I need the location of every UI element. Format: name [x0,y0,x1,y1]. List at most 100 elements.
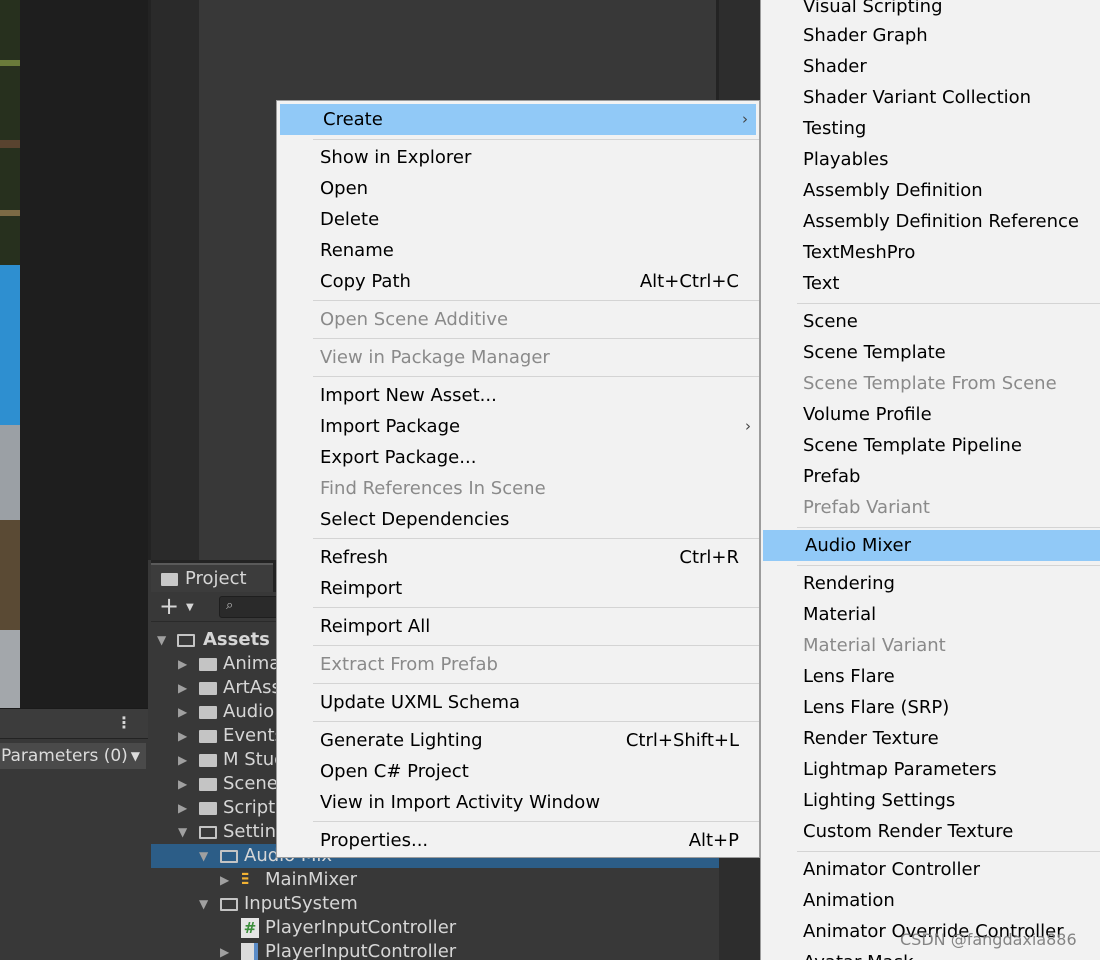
submenu-item-assembly-definition[interactable]: Assembly Definition [761,175,1100,206]
hierarchy-panel [151,0,199,560]
menu-item-reimport-all[interactable]: Reimport All [277,611,759,642]
menu-item-label: Refresh [320,547,388,568]
submenu-item-playables[interactable]: Playables [761,144,1100,175]
expand-arrow-closed-icon[interactable]: ▶ [178,772,187,796]
menu-item-label: Material Variant [803,635,946,656]
tree-item-label: InputSystem [244,893,358,914]
menu-item-label: Shader [803,56,867,77]
menu-item-rename[interactable]: Rename [277,235,759,266]
submenu-item-scene-template-from-scene: Scene Template From Scene [761,368,1100,399]
submenu-item-custom-render-texture[interactable]: Custom Render Texture [761,816,1100,847]
menu-item-copy-path[interactable]: Copy Path Alt+Ctrl+C [277,266,759,297]
submenu-item-render-texture[interactable]: Render Texture [761,723,1100,754]
tree-item-mainmixer[interactable]: ▶ ⫶⫶⫶ MainMixer [151,868,719,892]
menu-item-view-in-package-manager: View in Package Manager [277,342,759,373]
menu-item-label: Rendering [803,573,895,594]
menu-item-label: Testing [803,118,867,139]
audio-mixer-icon: ⫶⫶⫶ [241,870,249,889]
tree-item-inputsystem[interactable]: ▼ InputSystem [151,892,719,916]
menu-item-label: Lens Flare (SRP) [803,697,950,718]
submenu-item-prefab-variant: Prefab Variant [761,492,1100,523]
expand-arrow-closed-icon[interactable]: ▶ [220,940,229,960]
chevron-right-icon: › [745,417,751,435]
menu-item-label: Open Scene Additive [320,309,509,330]
menu-item-label: Update UXML Schema [320,692,521,713]
submenu-item-prefab[interactable]: Prefab [761,461,1100,492]
menu-item-open-c-project[interactable]: Open C# Project [277,756,759,787]
expand-arrow-closed-icon[interactable]: ▶ [178,724,187,748]
menu-item-properties[interactable]: Properties... Alt+P [277,825,759,856]
submenu-item-scene[interactable]: Scene [761,306,1100,337]
menu-item-update-uxml-schema[interactable]: Update UXML Schema [277,687,759,718]
menu-item-create[interactable]: Create › [280,104,756,135]
submenu-item-rendering[interactable]: Rendering [761,568,1100,599]
menu-item-delete[interactable]: Delete [277,204,759,235]
folder-icon [161,573,178,586]
submenu-item-volume-profile[interactable]: Volume Profile [761,399,1100,430]
submenu-item-testing[interactable]: Testing [761,113,1100,144]
expand-arrow-closed-icon[interactable]: ▶ [178,676,187,700]
menu-item-label: Delete [320,209,380,230]
menu-item-label: Extract From Prefab [320,654,498,675]
expand-arrow-closed-icon[interactable]: ▶ [178,652,187,676]
submenu-item-lens-flare[interactable]: Lens Flare [761,661,1100,692]
submenu-item-scene-template-pipeline[interactable]: Scene Template Pipeline [761,430,1100,461]
menu-item-shortcut: Alt+Ctrl+C [639,271,739,292]
menu-item-label: Lighting Settings [803,790,956,811]
menu-item-label: Lightmap Parameters [803,759,997,780]
submenu-item-animator-controller[interactable]: Animator Controller [761,854,1100,885]
tree-item-playerinputcontroller[interactable]: ▶ PlayerInputController [151,940,719,960]
menu-item-select-dependencies[interactable]: Select Dependencies [277,504,759,535]
submenu-item-scene-template[interactable]: Scene Template [761,337,1100,368]
expand-arrow-open-icon[interactable]: ▼ [199,892,208,916]
expand-arrow-open-icon[interactable]: ▼ [199,844,208,868]
expand-arrow-closed-icon[interactable]: ▶ [220,868,229,892]
menu-item-label: Lens Flare [803,666,895,687]
submenu-item-audio-mixer[interactable]: Audio Mixer [763,530,1100,561]
menu-item-label: Reimport [320,578,403,599]
submenu-item-shader[interactable]: Shader [761,51,1100,82]
submenu-item-lens-flare-srp[interactable]: Lens Flare (SRP) [761,692,1100,723]
menu-item-open[interactable]: Open [277,173,759,204]
menu-item-reimport[interactable]: Reimport [277,573,759,604]
folder-open-icon [199,826,217,839]
kebab-menu-icon[interactable]: ⋮ [116,715,132,731]
menu-item-label: Scene [803,311,858,332]
menu-item-import-new-asset[interactable]: Import New Asset... [277,380,759,411]
menu-item-generate-lighting[interactable]: Generate Lighting Ctrl+Shift+L [277,725,759,756]
menu-item-shortcut: Alt+P [688,830,739,851]
submenu-item-text[interactable]: Text [761,268,1100,299]
submenu-item-assembly-definition-reference[interactable]: Assembly Definition Reference [761,206,1100,237]
expand-arrow-open-icon[interactable]: ▼ [157,628,166,652]
menu-item-label: Scene Template From Scene [803,373,1057,394]
menu-item-import-package[interactable]: Import Package › [277,411,759,442]
menu-item-view-in-import-activity-window[interactable]: View in Import Activity Window [277,787,759,818]
menu-item-show-in-explorer[interactable]: Show in Explorer [277,142,759,173]
parameters-dropdown[interactable]: Parameters (0) ▼ [0,743,146,769]
expand-arrow-closed-icon[interactable]: ▶ [178,700,187,724]
expand-arrow-open-icon[interactable]: ▼ [178,820,187,844]
chevron-down-icon: ▼ [130,749,140,763]
submenu-item-shader-graph[interactable]: Shader Graph [761,20,1100,51]
menu-item-refresh[interactable]: Refresh Ctrl+R [277,542,759,573]
tab-project[interactable]: Project [151,563,273,592]
expand-arrow-closed-icon[interactable]: ▶ [178,748,187,772]
plus-icon[interactable]: + [159,594,179,618]
submenu-item-lighting-settings[interactable]: Lighting Settings [761,785,1100,816]
chevron-down-icon[interactable]: ▼ [186,602,194,613]
submenu-item-material[interactable]: Material [761,599,1100,630]
submenu-item-visual-scripting[interactable]: Visual Scripting [761,0,1100,22]
tree-item-label: Events [223,725,284,746]
tree-item-playerinputcontroller[interactable]: # PlayerInputController [151,916,719,940]
submenu-item-shader-variant-collection[interactable]: Shader Variant Collection [761,82,1100,113]
expand-arrow-closed-icon[interactable]: ▶ [178,796,187,820]
submenu-item-animation[interactable]: Animation [761,885,1100,916]
menu-separator [797,527,1100,528]
submenu-item-lightmap-parameters[interactable]: Lightmap Parameters [761,754,1100,785]
menu-item-label: Audio Mixer [805,535,911,556]
menu-item-label: Assembly Definition Reference [803,211,1080,232]
menu-item-label: Prefab [803,466,861,487]
menu-item-label: Assembly Definition [803,180,983,201]
menu-item-export-package[interactable]: Export Package... [277,442,759,473]
submenu-item-textmeshpro[interactable]: TextMeshPro [761,237,1100,268]
